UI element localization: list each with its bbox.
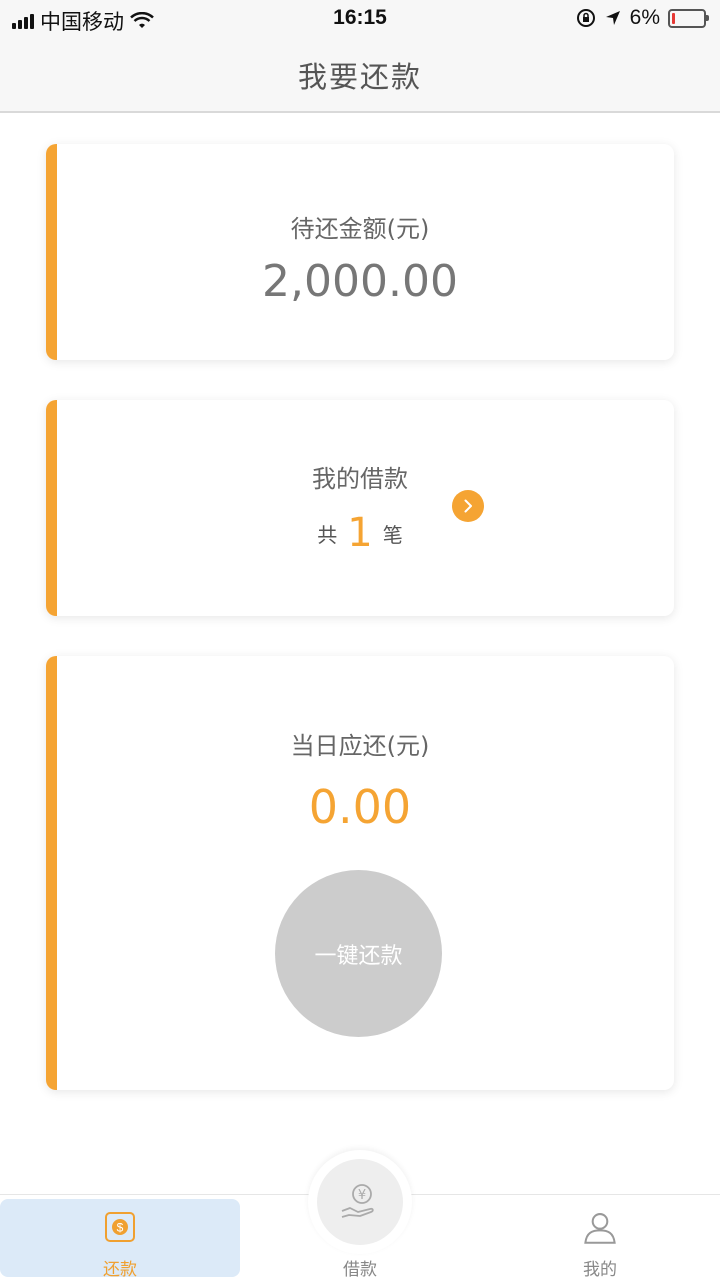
my-loans-label: 我的借款: [312, 465, 408, 493]
battery-icon: [668, 8, 709, 28]
my-loans-card[interactable]: 我的借款 共1笔: [46, 400, 674, 616]
user-icon: [584, 1213, 616, 1244]
tab-repay-label: 还款: [103, 1260, 137, 1280]
card-accent-bar: [46, 400, 57, 616]
page-title: 我要还款: [297, 60, 422, 94]
dollar-coin-icon: $: [105, 1212, 135, 1242]
svg-text:¥: ¥: [358, 1188, 366, 1203]
today-repayment-value: 0.00: [308, 780, 412, 834]
loan-count-suffix: 笔: [382, 523, 403, 547]
card-accent-bar: [46, 656, 57, 1090]
tab-borrow-label: 借款: [343, 1260, 377, 1280]
pending-amount-value: 2,000.00: [262, 256, 458, 307]
tab-mine[interactable]: 我的: [480, 1199, 720, 1280]
status-bar: 中国移动 16:15 6%: [0, 0, 720, 36]
rotation-lock-icon: [576, 9, 595, 27]
borrow-center-inner: ¥: [317, 1159, 403, 1245]
one-click-repay-button[interactable]: 一键还款: [275, 870, 442, 1037]
chevron-right-icon[interactable]: [452, 490, 484, 522]
loan-count-row: 共1笔: [46, 510, 674, 556]
status-right: 6%: [576, 6, 709, 30]
battery-percent: 6%: [629, 6, 660, 29]
pending-amount-card: 待还金额(元) 2,000.00: [46, 144, 674, 360]
tab-repay[interactable]: $ 还款: [0, 1199, 240, 1280]
svg-text:$: $: [117, 1221, 124, 1235]
today-repayment-label: 当日应还(元): [290, 732, 430, 760]
hand-yen-icon: ¥: [341, 1184, 374, 1218]
location-arrow-icon: [605, 11, 620, 25]
borrow-center-button[interactable]: ¥: [308, 1150, 412, 1254]
card-accent-bar: [46, 144, 57, 360]
tab-mine-label: 我的: [583, 1260, 617, 1280]
navigation-bar: 我要还款: [0, 36, 720, 113]
loan-count-prefix: 共: [317, 523, 338, 547]
today-repayment-card: 当日应还(元) 0.00 一键还款: [46, 656, 674, 1090]
pending-amount-label: 待还金额(元): [290, 215, 430, 243]
loan-count-value: 1: [347, 510, 373, 556]
battery-level: [672, 12, 675, 24]
